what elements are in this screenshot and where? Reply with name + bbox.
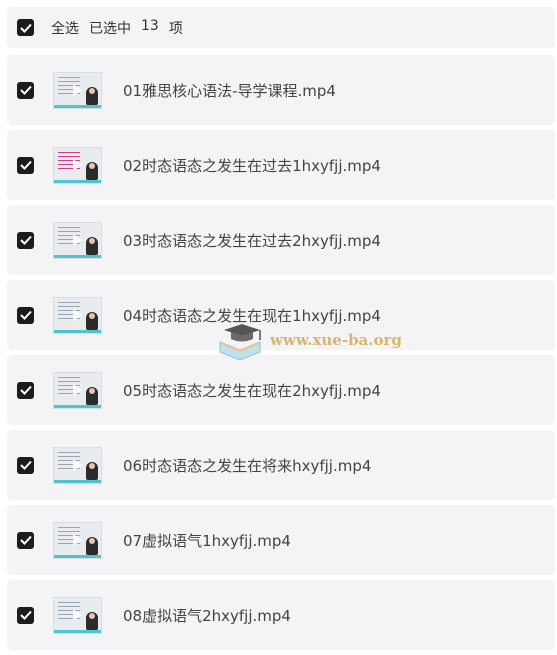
select-all-checkbox[interactable]: [17, 19, 34, 36]
file-checkbox[interactable]: [17, 531, 34, 549]
video-thumbnail[interactable]: [53, 221, 102, 259]
file-row[interactable]: 04时态语态之发生在现在1hxyfjj.mp4: [7, 280, 555, 350]
play-icon: [73, 233, 82, 246]
file-checkbox[interactable]: [17, 81, 34, 99]
video-thumbnail[interactable]: [53, 596, 102, 634]
selected-label: 已选中: [89, 20, 131, 37]
file-row[interactable]: 07虚拟语气1hxyfjj.mp4: [7, 505, 555, 575]
file-name[interactable]: 02时态语态之发生在过去1hxyfjj.mp4: [123, 155, 381, 176]
thumbnail-bar: [54, 554, 101, 558]
thumbnail-bar: [54, 629, 101, 633]
file-list: 01雅思核心语法-导学课程.mp4 02时态语态之发生在过去1hxyfjj.mp4…: [7, 55, 555, 655]
file-row[interactable]: 05时态语态之发生在现在2hxyfjj.mp4: [7, 355, 555, 425]
selected-count: 13: [141, 17, 159, 34]
play-icon: [73, 458, 82, 471]
video-thumbnail[interactable]: [53, 71, 102, 109]
file-checkbox[interactable]: [17, 156, 34, 174]
file-checkbox[interactable]: [17, 231, 34, 249]
file-checkbox[interactable]: [17, 306, 34, 324]
thumbnail-bar: [54, 104, 101, 108]
play-icon: [73, 83, 82, 96]
video-thumbnail[interactable]: [53, 296, 102, 334]
file-row[interactable]: 08虚拟语气2hxyfjj.mp4: [7, 580, 555, 650]
play-icon: [73, 383, 82, 396]
file-checkbox[interactable]: [17, 606, 34, 624]
file-row[interactable]: 03时态语态之发生在过去2hxyfjj.mp4: [7, 205, 555, 275]
file-checkbox[interactable]: [17, 381, 34, 399]
video-thumbnail[interactable]: [53, 521, 102, 559]
select-all-label[interactable]: 全选: [51, 18, 79, 38]
play-icon: [73, 308, 82, 321]
file-name[interactable]: 04时态语态之发生在现在1hxyfjj.mp4: [123, 305, 381, 326]
file-name[interactable]: 06时态语态之发生在将来hxyfjj.mp4: [123, 455, 371, 476]
file-row[interactable]: 02时态语态之发生在过去1hxyfjj.mp4: [7, 130, 555, 200]
file-name[interactable]: 07虚拟语气1hxyfjj.mp4: [123, 530, 291, 551]
thumbnail-bar: [54, 329, 101, 333]
file-row[interactable]: 01雅思核心语法-导学课程.mp4: [7, 55, 555, 125]
file-checkbox[interactable]: [17, 456, 34, 474]
video-thumbnail[interactable]: [53, 146, 102, 184]
file-row[interactable]: 06时态语态之发生在将来hxyfjj.mp4: [7, 430, 555, 500]
video-thumbnail[interactable]: [53, 371, 102, 409]
thumbnail-bar: [54, 179, 101, 183]
thumbnail-bar: [54, 404, 101, 408]
file-name[interactable]: 01雅思核心语法-导学课程.mp4: [123, 80, 336, 101]
play-icon: [73, 533, 82, 546]
thumbnail-bar: [54, 479, 101, 483]
file-name[interactable]: 05时态语态之发生在现在2hxyfjj.mp4: [123, 380, 381, 401]
file-name[interactable]: 03时态语态之发生在过去2hxyfjj.mp4: [123, 230, 381, 251]
count-unit: 项: [168, 20, 183, 37]
thumbnail-bar: [54, 254, 101, 258]
file-name[interactable]: 08虚拟语气2hxyfjj.mp4: [123, 605, 291, 626]
play-icon: [73, 158, 82, 171]
play-icon: [73, 608, 82, 621]
select-all-bar: 全选 已选中 13 项: [7, 7, 555, 48]
video-thumbnail[interactable]: [53, 446, 102, 484]
